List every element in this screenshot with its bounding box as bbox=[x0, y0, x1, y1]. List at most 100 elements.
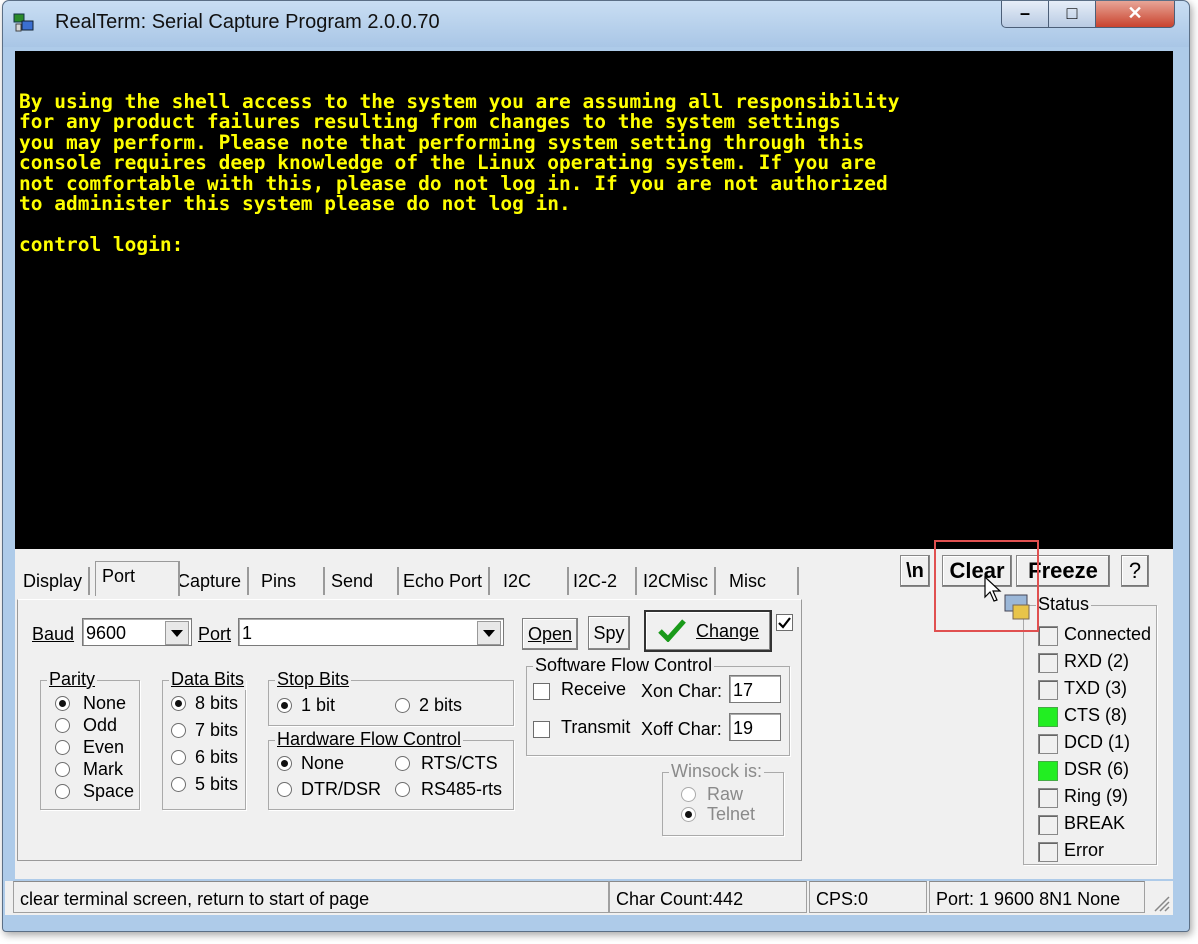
realterm-window: RealTerm: Serial Capture Program 2.0.0.7… bbox=[2, 0, 1190, 932]
hw-flow-rs485-label: RS485-rts bbox=[421, 779, 503, 799]
terminal-display[interactable]: By using the shell access to the system … bbox=[15, 51, 1173, 549]
terminal-line: to administer this system please do not … bbox=[19, 191, 571, 215]
maximize-button[interactable]: □ bbox=[1048, 1, 1096, 28]
transmit-label: Transmit bbox=[561, 717, 631, 737]
status-led-dcd bbox=[1038, 734, 1058, 754]
parity-odd-label: Odd bbox=[83, 715, 118, 735]
port-tab-content: Baud 9600 Port 1 Open Spy Change Parity bbox=[17, 599, 802, 861]
tab-misc[interactable]: Misc bbox=[723, 567, 799, 595]
winsock-group: Winsock is: Raw Telnet bbox=[662, 761, 784, 836]
status-label-txd: TXD (3) bbox=[1064, 678, 1127, 698]
tab-pins[interactable]: Pins bbox=[255, 567, 325, 595]
status-label-cts: CTS (8) bbox=[1064, 705, 1127, 725]
newline-button[interactable]: \n bbox=[900, 555, 930, 587]
data-bits-6-radio[interactable] bbox=[171, 750, 186, 765]
status-led-dsr bbox=[1038, 761, 1058, 781]
tab-capture[interactable]: Capture bbox=[171, 567, 250, 595]
winsock-telnet-label: Telnet bbox=[707, 804, 756, 824]
xoff-char-input[interactable]: 19 bbox=[729, 713, 781, 741]
change-checkbox[interactable] bbox=[776, 614, 793, 631]
status-hint: clear terminal screen, return to start o… bbox=[13, 881, 609, 913]
stop-bits-1-radio[interactable] bbox=[277, 698, 292, 713]
minimize-icon: – bbox=[1019, 3, 1030, 23]
hw-flow-none-label: None bbox=[301, 753, 345, 773]
terminal-line: By using the shell access to the system … bbox=[19, 90, 900, 113]
status-port-info: Port: 1 9600 8N1 None bbox=[929, 881, 1145, 913]
data-bits-8-radio[interactable] bbox=[171, 696, 186, 711]
chevron-down-icon[interactable] bbox=[477, 621, 501, 645]
change-button[interactable]: Change bbox=[644, 610, 772, 652]
port-value: 1 bbox=[242, 623, 253, 643]
stop-bits-1-label: 1 bit bbox=[301, 695, 336, 715]
winsock-raw-radio[interactable] bbox=[681, 787, 696, 802]
hw-flow-rtscts-radio[interactable] bbox=[395, 756, 410, 771]
xon-label: Xon Char: bbox=[641, 681, 723, 701]
realterm-app-icon bbox=[13, 13, 34, 32]
tab-port[interactable]: Port bbox=[95, 561, 180, 596]
parity-space-label: Space bbox=[83, 781, 135, 801]
transmit-checkbox[interactable] bbox=[533, 721, 550, 738]
terminal-line: you may perform. Please note that perfor… bbox=[19, 130, 865, 154]
title-bar[interactable]: RealTerm: Serial Capture Program 2.0.0.7… bbox=[3, 1, 1189, 47]
xon-char-input[interactable]: 17 bbox=[729, 675, 781, 703]
hw-flow-rs485-radio[interactable] bbox=[395, 782, 410, 797]
winsock-telnet-radio[interactable] bbox=[681, 807, 696, 822]
status-label-rxd: RXD (2) bbox=[1064, 651, 1130, 671]
hw-flow-none-radio[interactable] bbox=[277, 756, 292, 771]
chevron-down-icon[interactable] bbox=[165, 621, 189, 645]
resize-grip-icon[interactable] bbox=[1151, 893, 1171, 913]
tab-send[interactable]: Send bbox=[325, 567, 399, 595]
terminal-line: control login: bbox=[19, 232, 184, 256]
stop-bits-2-radio[interactable] bbox=[395, 698, 410, 713]
status-label-dcd: DCD (1) bbox=[1064, 732, 1130, 752]
parity-even-label: Even bbox=[83, 737, 125, 757]
parity-none-radio[interactable] bbox=[55, 696, 70, 711]
data-bits-8-label: 8 bits bbox=[195, 693, 239, 713]
data-bits-7-radio[interactable] bbox=[171, 723, 186, 738]
winsock-raw-label: Raw bbox=[707, 784, 744, 804]
open-button[interactable]: Open bbox=[522, 618, 578, 650]
help-button[interactable]: ? bbox=[1121, 555, 1149, 587]
data-bits-5-radio[interactable] bbox=[171, 777, 186, 792]
tab-echo-port[interactable]: Echo Port bbox=[397, 567, 491, 595]
winsock-title: Winsock is: bbox=[669, 761, 765, 782]
stop-bits-title: Stop Bits bbox=[275, 669, 352, 690]
control-panel: Display Port Capture Pins Send Echo Port… bbox=[15, 549, 1173, 879]
parity-mark-radio[interactable] bbox=[55, 762, 70, 777]
hw-flow-dtrdsr-radio[interactable] bbox=[277, 782, 292, 797]
hardware-flow-group: Hardware Flow Control None RTS/CTS DTR/D… bbox=[268, 729, 514, 810]
minimize-button[interactable]: – bbox=[1001, 1, 1049, 28]
software-flow-title: Software Flow Control bbox=[533, 655, 715, 676]
status-group: Status Connected RXD (2) TXD (3) CTS (8)… bbox=[1023, 594, 1157, 865]
close-button[interactable]: ✕ bbox=[1095, 1, 1175, 28]
parity-even-radio[interactable] bbox=[55, 740, 70, 755]
data-bits-6-label: 6 bits bbox=[195, 747, 239, 767]
parity-mark-label: Mark bbox=[83, 759, 123, 779]
terminal-line: not comfortable with this, please do not… bbox=[19, 171, 888, 195]
tab-i2cmisc[interactable]: I2CMisc bbox=[637, 567, 717, 595]
parity-odd-radio[interactable] bbox=[55, 718, 70, 733]
stop-bits-group: Stop Bits 1 bit 2 bits bbox=[268, 669, 514, 726]
status-label-break: BREAK bbox=[1064, 813, 1126, 833]
spy-button[interactable]: Spy bbox=[588, 616, 630, 650]
parity-none-label: None bbox=[83, 693, 127, 713]
tab-i2c[interactable]: I2C bbox=[497, 567, 569, 595]
status-led-cts bbox=[1038, 707, 1058, 727]
spy-label: Spy bbox=[593, 623, 625, 643]
baud-value: 9600 bbox=[86, 623, 127, 643]
parity-space-radio[interactable] bbox=[55, 784, 70, 799]
tab-i2c-2[interactable]: I2C-2 bbox=[567, 567, 637, 595]
tab-display[interactable]: Display bbox=[17, 567, 91, 595]
port-select[interactable]: 1 bbox=[238, 618, 504, 646]
receive-checkbox[interactable] bbox=[533, 683, 550, 700]
parity-group: Parity None Odd Even Mark Space bbox=[40, 669, 140, 810]
data-bits-7-label: 7 bits bbox=[195, 720, 239, 740]
status-label-dsr: DSR (6) bbox=[1064, 759, 1130, 779]
status-bar: clear terminal screen, return to start o… bbox=[5, 881, 1173, 915]
status-cps: CPS:0 bbox=[809, 881, 927, 913]
hardware-flow-title: Hardware Flow Control bbox=[275, 729, 464, 750]
baud-select[interactable]: 9600 bbox=[82, 618, 192, 646]
status-led-connected bbox=[1038, 626, 1058, 646]
port-label: Port bbox=[198, 624, 232, 644]
